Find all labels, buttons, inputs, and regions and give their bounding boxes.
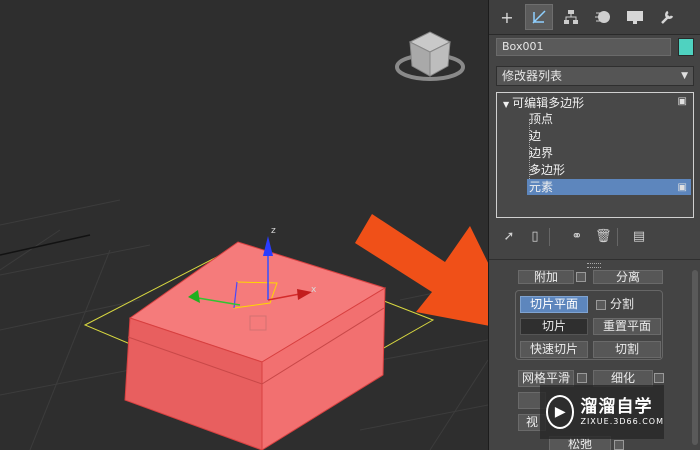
modify-icon[interactable] <box>525 4 553 30</box>
chevron-down-icon: ▼ <box>681 71 688 81</box>
stack-item-editable-poly[interactable]: ▼ 可编辑多边形 <box>503 95 687 111</box>
stack-item-element[interactable]: 元素 <box>527 179 691 195</box>
toolbar-divider <box>549 228 554 246</box>
attach-settings-icon[interactable] <box>576 272 586 282</box>
watermark-url: ZIXUE.3D66.COM <box>580 417 664 426</box>
remove-modifier-trash-icon[interactable]: 🗑 <box>595 228 612 246</box>
modifier-list-label: 修改器列表 <box>502 69 563 83</box>
watermark-text: 溜溜自学 ZIXUE.3D66.COM <box>580 397 664 427</box>
slice-plane-button[interactable]: 切片平面 <box>520 296 588 313</box>
collapse-triangle-icon[interactable]: ▼ <box>503 100 509 109</box>
modifier-list-dropdown[interactable]: 修改器列表 ▼ <box>496 66 694 86</box>
cube-icon: ▣ <box>677 182 687 193</box>
cube-icon: ▣ <box>677 96 687 107</box>
vertex-label: 顶点 <box>529 112 554 126</box>
attach-button[interactable]: 附加 <box>518 270 574 284</box>
slice-button[interactable]: 切片 <box>520 318 588 335</box>
detach-button[interactable]: 分离 <box>593 270 663 284</box>
command-panel: + Box001 修改器列表 ▼ ▼ 可编辑多边形 ▣ 顶点 边 边界 多边形 … <box>488 0 700 450</box>
stack-item-vertex[interactable]: 顶点 <box>529 111 689 127</box>
play-logo-icon: ▶ <box>546 395 575 429</box>
rollout-grip[interactable] <box>587 263 601 268</box>
tessellate-settings-icon[interactable] <box>654 373 664 383</box>
stack-root-label: 可编辑多边形 <box>512 96 585 110</box>
world-axis-line <box>0 234 91 256</box>
modifier-stack: ▼ 可编辑多边形 ▣ 顶点 边 边界 多边形 元素 ▣ <box>496 92 694 218</box>
split-checkbox[interactable] <box>596 300 606 310</box>
perspective-viewport[interactable]: z x <box>0 0 488 450</box>
border-label: 边界 <box>529 146 554 160</box>
reset-plane-button[interactable]: 重置平面 <box>593 318 661 335</box>
polygon-label: 多边形 <box>529 163 566 177</box>
pin-stack-icon[interactable]: ➚ <box>501 228 517 246</box>
make-unique-icon[interactable]: ⚭ <box>569 228 585 246</box>
configure-modifier-sets-icon[interactable]: ▤ <box>631 228 647 246</box>
display-icon[interactable] <box>621 4 649 30</box>
viewport-scene: z x <box>0 31 488 450</box>
stack-tools-row: ➚ ▯ ⚭ 🗑 ▤ <box>489 226 700 248</box>
command-panel-tabs: + <box>489 0 700 35</box>
edge-label: 边 <box>529 129 542 143</box>
object-color-swatch[interactable] <box>678 38 694 56</box>
stack-item-edge[interactable]: 边 <box>529 128 689 144</box>
create-plus-icon[interactable]: + <box>493 4 521 30</box>
z-axis-label: z <box>271 226 276 236</box>
split-label: 分割 <box>610 297 635 311</box>
panel-divider <box>489 259 700 260</box>
hierarchy-icon[interactable] <box>557 4 585 30</box>
viewcube[interactable] <box>395 31 465 81</box>
watermark: ▶ 溜溜自学 ZIXUE.3D66.COM <box>540 385 664 439</box>
quick-slice-button[interactable]: 快速切片 <box>520 341 588 358</box>
utilities-wrench-icon[interactable] <box>653 4 681 30</box>
panel-scrollbar[interactable] <box>692 270 698 445</box>
cut-button[interactable]: 切割 <box>593 341 661 358</box>
watermark-title: 溜溜自学 <box>580 397 653 417</box>
toolbar-divider <box>617 228 622 246</box>
stack-item-border[interactable]: 边界 <box>529 145 689 161</box>
relax-settings-icon[interactable] <box>614 440 624 450</box>
meshsmooth-settings-icon[interactable] <box>577 373 587 383</box>
element-label: 元素 <box>529 180 554 194</box>
stack-item-polygon[interactable]: 多边形 <box>529 162 689 178</box>
motion-icon[interactable] <box>589 4 617 30</box>
x-axis-label: x <box>311 285 317 295</box>
object-name-field[interactable]: Box001 <box>496 38 671 56</box>
show-end-result-icon[interactable]: ▯ <box>527 228 543 246</box>
